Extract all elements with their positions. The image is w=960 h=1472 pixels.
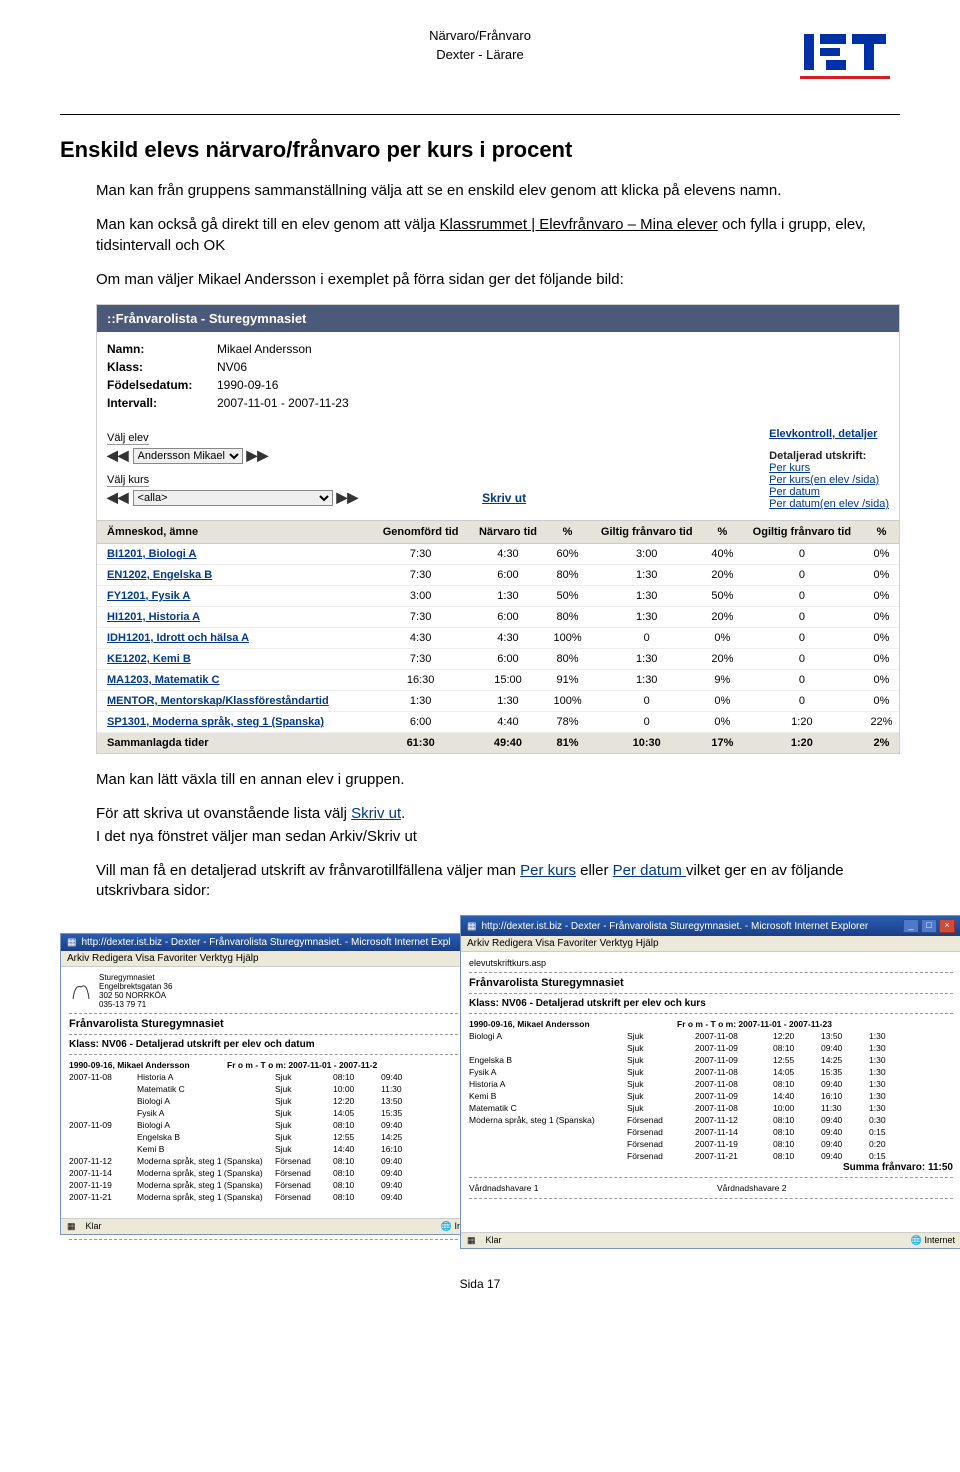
school-logo-icon	[69, 979, 93, 1003]
list-item: Fysik ASjuk2007-11-0814:0515:351:30	[469, 1066, 953, 1078]
close-button[interactable]: ×	[939, 919, 955, 933]
ie-page-icon: ▦	[67, 937, 76, 948]
table-row: FY1201, Fysik A3:001:3050%1:3050%00%	[97, 586, 899, 607]
table-row: KE1202, Kemi B7:306:0080%1:3020%00%	[97, 649, 899, 670]
franvarolista-panel: ::Frånvarolista - Sturegymnasiet Namn:Mi…	[96, 304, 900, 754]
table-row: IDH1201, Idrott och hälsa A4:304:30100%0…	[97, 628, 899, 649]
ie2-status-done-icon: ▦	[467, 1235, 476, 1246]
minimize-button[interactable]: _	[903, 919, 919, 933]
valj-kurs-select[interactable]: <alla>	[133, 490, 333, 506]
list-item: 2007-11-08Historia ASjuk08:1009:40	[69, 1071, 483, 1083]
table-row: EN1202, Engelska B7:306:0080%1:3020%00%	[97, 565, 899, 586]
list-item: Försenad2007-11-1908:1009:400:20	[469, 1138, 953, 1150]
panel-title: ::Frånvarolista - Sturegymnasiet	[97, 305, 899, 332]
list-item: Fysik ASjuk14:0515:35	[69, 1107, 483, 1119]
list-item: Matematik CSjuk2007-11-0810:0011:301:30	[469, 1102, 953, 1114]
list-item: Moderna språk, steg 1 (Spanska)Försenad2…	[469, 1114, 953, 1126]
list-item: Sjuk2007-11-0908:1009:401:30	[469, 1042, 953, 1054]
list-item: 2007-11-19Moderna språk, steg 1 (Spanska…	[69, 1179, 483, 1191]
next-kurs-icon[interactable]: ▶▶	[337, 489, 359, 506]
paragraph-7: Vill man få en detaljerad utskrift av fr…	[96, 861, 900, 902]
per-datum-link[interactable]: Per datum	[769, 486, 889, 498]
next-elev-icon[interactable]: ▶▶	[247, 447, 269, 464]
list-item: Biologi ASjuk2007-11-0812:2013:501:30	[469, 1030, 953, 1042]
paragraph-3: Om man väljer Mikael Andersson i exemple…	[96, 270, 900, 290]
ie-page-icon: ▦	[467, 921, 476, 932]
ie-window-per-datum: ▦ http://dexter.ist.biz - Dexter - Frånv…	[60, 933, 492, 1235]
table-row: BI1201, Biologi A7:304:3060%3:0040%00%	[97, 544, 899, 565]
header-line2: Dexter - Lärare	[60, 47, 900, 62]
doc-header: Närvaro/Frånvaro Dexter - Lärare	[60, 28, 900, 62]
maximize-button[interactable]: □	[921, 919, 937, 933]
ie-window-per-kurs: ▦ http://dexter.ist.biz - Dexter - Frånv…	[460, 915, 960, 1249]
list-item: 2007-11-14Moderna språk, steg 1 (Spanska…	[69, 1167, 483, 1179]
per-datum-textlink[interactable]: Per datum	[613, 862, 686, 879]
list-item: Historia ASjuk2007-11-0808:1009:401:30	[469, 1078, 953, 1090]
ie2-title: http://dexter.ist.biz - Dexter - Frånvar…	[481, 921, 868, 932]
elevkontroll-link[interactable]: Elevkontroll, detaljer	[769, 428, 889, 440]
header-line1: Närvaro/Frånvaro	[60, 28, 900, 43]
per-kurs-link[interactable]: Per kurs	[769, 462, 889, 474]
paragraph-2: Man kan också gå direkt till en elev gen…	[96, 215, 900, 256]
ie1-heading: Frånvarolista Sturegymnasiet	[69, 1018, 483, 1030]
table-row: SP1301, Moderna språk, steg 1 (Spanska)6…	[97, 712, 899, 733]
prev-elev-icon[interactable]: ◀◀	[107, 447, 129, 464]
per-kurs-textlink[interactable]: Per kurs	[520, 862, 576, 879]
list-item: Kemi BSjuk2007-11-0914:4016:101:30	[469, 1090, 953, 1102]
list-item: 2007-11-12Moderna språk, steg 1 (Spanska…	[69, 1155, 483, 1167]
table-sum-row: Sammanlagda tider61:3049:4081%10:3017%1:…	[97, 733, 899, 754]
paragraph-6: I det nya fönstret väljer man sedan Arki…	[96, 827, 900, 847]
per-kurs-en-elev-link[interactable]: Per kurs(en elev /sida)	[769, 474, 889, 486]
list-item: Engelska BSjuk2007-11-0912:5514:251:30	[469, 1054, 953, 1066]
franvaro-table: Ämneskod, ämneGenomförd tidNärvaro tid%G…	[97, 520, 899, 753]
list-item: Matematik CSjuk10:0011:30	[69, 1083, 483, 1095]
ie1-status-done-icon: ▦	[67, 1221, 76, 1232]
list-item: Engelska BSjuk12:5514:25	[69, 1131, 483, 1143]
ie2-menubar[interactable]: Arkiv Redigera Visa Favoriter Verktyg Hj…	[461, 936, 960, 952]
list-item: Kemi BSjuk14:4016:10	[69, 1143, 483, 1155]
skriv-ut-textlink[interactable]: Skriv ut	[351, 805, 401, 822]
detaljerad-label: Detaljerad utskrift:	[769, 450, 866, 462]
list-item: Försenad2007-11-2108:1009:400:15	[469, 1150, 953, 1162]
ie1-menubar[interactable]: Arkiv Redigera Visa Favoriter Verktyg Hj…	[61, 951, 491, 967]
list-item: 2007-11-09Biologi ASjuk08:1009:40	[69, 1119, 483, 1131]
prev-kurs-icon[interactable]: ◀◀	[107, 489, 129, 506]
list-item: 2007-11-21Moderna språk, steg 1 (Spanska…	[69, 1191, 483, 1203]
skriv-ut-link[interactable]: Skriv ut	[482, 491, 526, 505]
page-title: Enskild elevs närvaro/frånvaro per kurs …	[60, 137, 900, 163]
valj-kurs-label: Välj kurs	[107, 474, 149, 487]
paragraph-4: Man kan lätt växla till en annan elev i …	[96, 770, 900, 790]
table-row: MA1203, Matematik C16:3015:0091%1:309%00…	[97, 670, 899, 691]
header-rule	[60, 114, 900, 115]
table-row: HI1201, Historia A7:306:0080%1:3020%00%	[97, 607, 899, 628]
paragraph-1: Man kan från gruppens sammanställning vä…	[96, 181, 900, 201]
per-datum-en-elev-link[interactable]: Per datum(en elev /sida)	[769, 498, 889, 510]
page-footer: Sida 17	[60, 1277, 900, 1291]
list-item: Försenad2007-11-1408:1009:400:15	[469, 1126, 953, 1138]
ie2-heading: Frånvarolista Sturegymnasiet	[469, 977, 953, 989]
paragraph-5: För att skriva ut ovanstående lista välj…	[96, 804, 900, 824]
ist-logo	[790, 28, 900, 91]
table-row: MENTOR, Mentorskap/Klassföreståndartid1:…	[97, 691, 899, 712]
valj-elev-label: Välj elev	[107, 432, 149, 445]
list-item: Biologi ASjuk12:2013:50	[69, 1095, 483, 1107]
ie1-title: http://dexter.ist.biz - Dexter - Frånvar…	[81, 937, 450, 948]
ie1-internet-icon: 🌐	[441, 1221, 452, 1231]
ie2-internet-icon: 🌐	[911, 1235, 922, 1245]
valj-elev-select[interactable]: Andersson Mikael	[133, 448, 243, 464]
